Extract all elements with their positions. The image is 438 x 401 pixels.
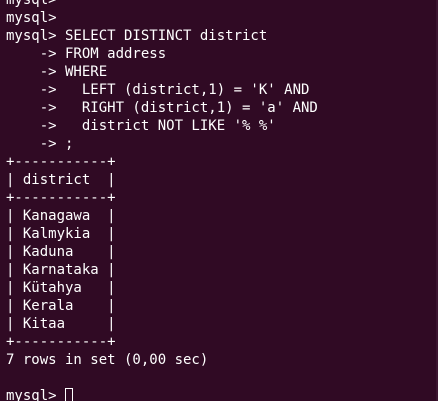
terminal-line: -> WHERE xyxy=(6,64,108,80)
terminal-window[interactable]: mysql> mysql> mysql> SELECT DISTINCT dis… xyxy=(0,0,438,401)
result-table-row: | Kaduna | xyxy=(6,244,116,260)
result-table-border: +-----------+ xyxy=(6,190,116,206)
result-table-row: | Kanagawa | xyxy=(6,208,116,224)
result-table-row: | Kalmykia | xyxy=(6,226,116,242)
terminal-line: mysql> xyxy=(6,0,57,8)
terminal-line: -> district NOT LIKE '% %' xyxy=(6,118,276,134)
prompt-label: mysql> xyxy=(6,388,66,401)
result-table-row: | Karnataka | xyxy=(6,262,116,278)
terminal-line: -> LEFT (district,1) = 'K' AND xyxy=(6,82,310,98)
result-table-border: +-----------+ xyxy=(6,334,116,350)
active-prompt-line[interactable]: mysql> xyxy=(6,387,318,401)
result-table-row: | Kütahya | xyxy=(6,280,116,296)
terminal-line: -> FROM address xyxy=(6,46,167,62)
terminal-line: -> ; xyxy=(6,136,74,152)
result-table-row: | Kitaa | xyxy=(6,316,116,332)
terminal-output: mysql> mysql> mysql> SELECT DISTINCT dis… xyxy=(6,0,318,401)
text-cursor[interactable] xyxy=(65,388,74,401)
result-table-header: | district | xyxy=(6,172,116,188)
terminal-line: mysql> xyxy=(6,10,57,26)
terminal-line: mysql> SELECT DISTINCT district xyxy=(6,28,268,44)
result-table-row: | Kerala | xyxy=(6,298,116,314)
terminal-line: -> RIGHT (district,1) = 'a' AND xyxy=(6,100,318,116)
result-table-border: +-----------+ xyxy=(6,154,116,170)
result-summary: 7 rows in set (0,00 sec) xyxy=(6,352,209,368)
